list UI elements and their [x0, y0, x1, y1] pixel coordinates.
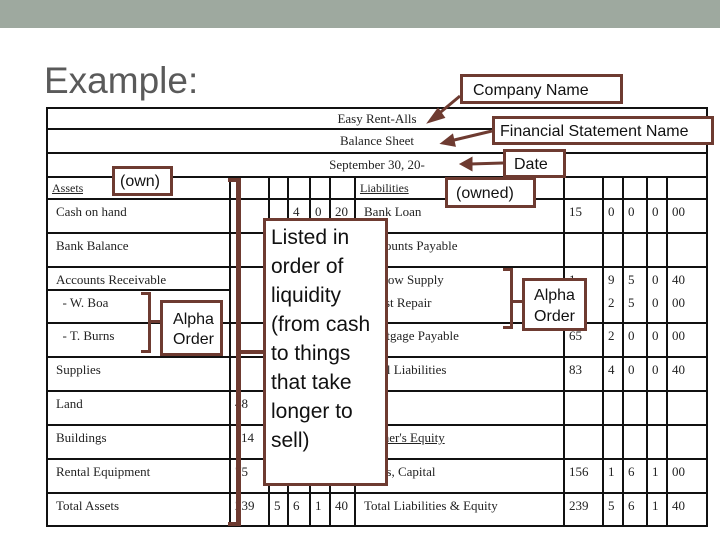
arrow-date [469, 161, 504, 166]
callout-arrows [426, 94, 504, 172]
arrow-head-date [458, 156, 473, 172]
arrow-head-statement [439, 133, 456, 147]
arrow-statement [449, 129, 493, 143]
